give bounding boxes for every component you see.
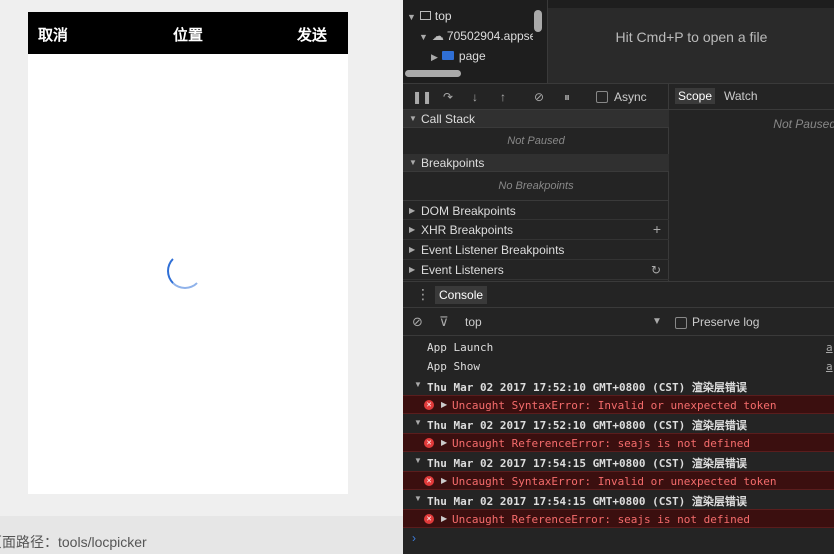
more-menu-icon[interactable]: ⋮ <box>416 286 430 303</box>
expand-arrow-icon[interactable]: ▼ <box>407 12 416 22</box>
context-selector[interactable]: top <box>465 315 482 329</box>
cloud-icon: ☁ <box>431 29 444 43</box>
expand-arrow-icon: ▼ <box>414 418 422 427</box>
page-path-bar: 页面路径：tools/locpicker <box>0 516 403 554</box>
expand-arrow-icon: ▼ <box>409 158 417 167</box>
async-label: Async <box>614 90 647 104</box>
sources-tree: ▼top ▼☁70502904.appservice ▶page <box>403 0 547 83</box>
pause-on-exceptions-icon[interactable]: ⏸ <box>559 89 575 105</box>
collapse-arrow-icon: ▶ <box>409 206 416 215</box>
collapse-arrow-icon: ▶ <box>441 476 448 485</box>
console-group-header[interactable]: ▼ Thu Mar 02 2017 17:54:15 GMT+0800 (CST… <box>403 490 834 509</box>
tab-watch[interactable]: Watch <box>721 88 761 104</box>
collapse-arrow-icon: ▶ <box>441 438 448 447</box>
nav-bar: 取消 位置 发送 <box>28 12 348 54</box>
console-message: App Launch a <box>427 341 833 354</box>
call-stack-empty: Not Paused <box>507 135 565 147</box>
devtools-panel: ▼top ▼☁70502904.appservice ▶page Hit Cmd… <box>403 0 834 554</box>
preserve-log-checkbox[interactable] <box>675 317 687 329</box>
send-button[interactable]: 发送 <box>297 24 327 45</box>
async-checkbox[interactable] <box>596 91 608 103</box>
console-message: App Show a <box>427 360 833 373</box>
drawer-tabbar: ⋮ Console <box>403 282 834 308</box>
source-link[interactable]: a <box>826 360 833 373</box>
clear-console-icon[interactable]: ⊘ <box>412 314 423 330</box>
folder-icon <box>441 51 454 60</box>
tab-scope[interactable]: Scope <box>675 88 716 104</box>
step-into-icon[interactable]: ↓ <box>467 89 483 105</box>
console-error[interactable]: ✕ ▶ Uncaught SyntaxError: Invalid or une… <box>403 395 834 414</box>
step-out-icon[interactable]: ↑ <box>495 89 511 105</box>
preserve-log-label: Preserve log <box>692 315 760 329</box>
source-link[interactable]: a <box>826 341 833 354</box>
deactivate-breakpoints-icon[interactable]: ⊘ <box>531 89 547 105</box>
tree-item-appservice[interactable]: ▼☁70502904.appservice <box>419 29 533 43</box>
frame-icon <box>419 11 431 20</box>
tree-vertical-scrollbar[interactable] <box>534 10 542 32</box>
console-error[interactable]: ✕ ▶ Uncaught ReferenceError: seajs is no… <box>403 433 834 452</box>
console-toolbar: ⊘ ⊽ top ▼ Preserve log <box>403 308 834 336</box>
open-file-hint: Hit Cmd+P to open a file <box>615 29 768 45</box>
section-event-listener-breakpoints[interactable]: ▶ Event Listener Breakpoints <box>403 240 669 260</box>
source-editor: Hit Cmd+P to open a file <box>547 0 834 83</box>
section-event-listeners[interactable]: ▶ Event Listeners ↻ <box>403 260 669 280</box>
debugger-sidebar: ❚❚ ↷ ↓ ↑ ⊘ ⏸ Async ▼ Call Stack Not Paus… <box>403 83 669 281</box>
step-over-icon[interactable]: ↷ <box>440 89 456 105</box>
simulator-panel: 取消 位置 发送 页面路径：tools/locpicker <box>0 0 403 554</box>
editor-tabstrip <box>548 0 834 8</box>
error-icon: ✕ <box>424 400 434 410</box>
scope-panel: Scope Watch Not Paused <box>669 83 834 281</box>
console-error[interactable]: ✕ ▶ Uncaught SyntaxError: Invalid or une… <box>403 471 834 490</box>
collapse-arrow-icon: ▶ <box>409 265 416 274</box>
chevron-down-icon[interactable]: ▼ <box>652 316 662 327</box>
collapse-arrow-icon: ▶ <box>441 514 448 523</box>
page-path-text: 页面路径：tools/locpicker <box>0 534 147 550</box>
collapse-arrow-icon: ▶ <box>409 245 416 254</box>
expand-arrow-icon[interactable]: ▼ <box>419 32 428 42</box>
collapse-arrow-icon: ▶ <box>409 225 416 234</box>
console-group-header[interactable]: ▼ Thu Mar 02 2017 17:52:10 GMT+0800 (CST… <box>403 414 834 433</box>
pause-icon[interactable]: ❚❚ <box>412 89 432 105</box>
error-icon: ✕ <box>424 476 434 486</box>
scope-empty: Not Paused <box>773 117 834 131</box>
tree-item-top[interactable]: ▼ top <box>407 9 452 23</box>
console-group-header[interactable]: ▼ Thu Mar 02 2017 17:52:10 GMT+0800 (CST… <box>403 376 834 395</box>
filter-icon[interactable]: ⊽ <box>439 314 449 330</box>
tab-console[interactable]: Console <box>435 286 488 304</box>
section-xhr-breakpoints[interactable]: ▶ XHR Breakpoints + <box>403 220 669 240</box>
expand-arrow-icon: ▼ <box>409 114 417 123</box>
expand-arrow-icon: ▼ <box>414 456 422 465</box>
section-breakpoints[interactable]: ▼ Breakpoints <box>403 154 669 172</box>
error-icon: ✕ <box>424 514 434 524</box>
console-prompt[interactable]: › <box>412 531 416 545</box>
section-call-stack[interactable]: ▼ Call Stack <box>403 110 669 128</box>
expand-arrow-icon: ▼ <box>414 494 422 503</box>
loading-spinner-icon <box>167 253 203 289</box>
tree-item-page[interactable]: ▶ page <box>431 49 486 63</box>
console-drawer: ⋮ Console ⊘ ⊽ top ▼ Preserve log App Lau… <box>403 281 834 554</box>
collapse-arrow-icon[interactable]: ▶ <box>431 52 438 62</box>
expand-arrow-icon: ▼ <box>414 380 422 389</box>
console-error[interactable]: ✕ ▶ Uncaught ReferenceError: seajs is no… <box>403 509 834 528</box>
console-group-header[interactable]: ▼ Thu Mar 02 2017 17:54:15 GMT+0800 (CST… <box>403 452 834 471</box>
scope-tabbar: Scope Watch <box>669 84 834 110</box>
tree-horizontal-scrollbar[interactable] <box>405 70 461 77</box>
breakpoints-empty: No Breakpoints <box>498 180 574 192</box>
collapse-arrow-icon: ▶ <box>441 400 448 409</box>
refresh-icon[interactable]: ↻ <box>651 263 661 277</box>
error-icon: ✕ <box>424 438 434 448</box>
debugger-toolbar: ❚❚ ↷ ↓ ↑ ⊘ ⏸ Async <box>403 84 669 110</box>
add-icon[interactable]: + <box>653 221 661 237</box>
section-dom-breakpoints[interactable]: ▶ DOM Breakpoints <box>403 200 669 220</box>
phone-screen: 取消 位置 发送 <box>28 12 348 494</box>
